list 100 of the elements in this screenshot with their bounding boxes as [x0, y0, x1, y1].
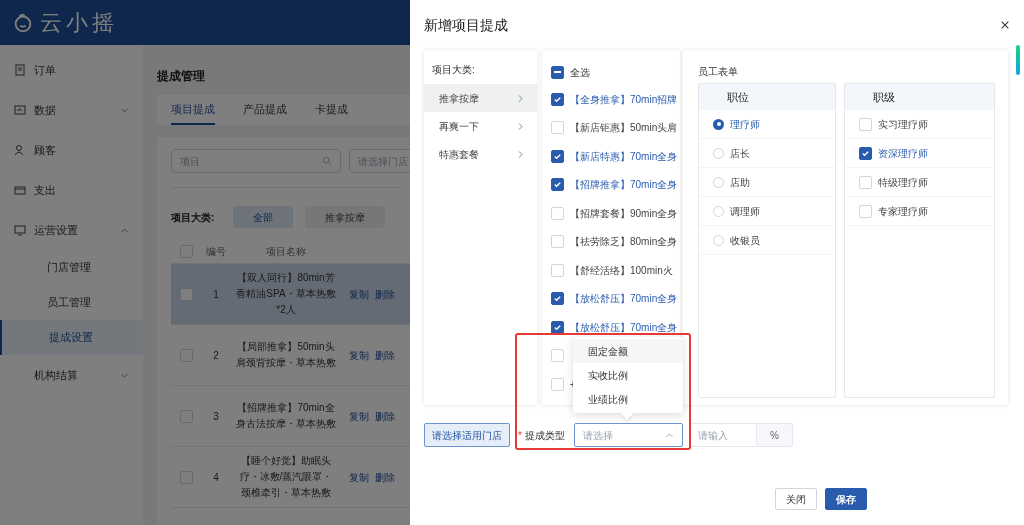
checkbox-label: 专家理疗师 — [878, 204, 928, 219]
dropdown-option[interactable]: 业绩比例 — [573, 387, 683, 411]
checkbox-label: 【放松舒压】70min全身 — [570, 320, 678, 335]
chevron-right-icon — [516, 149, 525, 159]
action-link[interactable]: 删除 — [375, 408, 395, 424]
radio-button[interactable] — [713, 118, 724, 130]
sidebar-item[interactable]: 支出 — [0, 170, 143, 210]
table-header: 职位 — [699, 84, 835, 110]
checkbox-label: 【新店钜惠】50min头肩 — [570, 121, 678, 136]
filter-button[interactable]: 全部 — [233, 206, 293, 228]
column-header: 编号 — [205, 245, 227, 259]
check-icon — [553, 294, 562, 304]
checkbox-label: 【新店特惠】70min全身 — [570, 149, 678, 164]
radio-label: 收银员 — [730, 233, 760, 248]
person-icon — [14, 144, 26, 156]
type-select[interactable]: 请选择 — [573, 423, 683, 447]
dialog-title: 新增项目提成 — [424, 15, 508, 35]
radio-button[interactable] — [713, 147, 724, 159]
chevron-right-icon — [516, 93, 525, 103]
sidebar-item[interactable]: 订单 — [0, 50, 143, 90]
radio-label: 店助 — [730, 175, 750, 190]
checkbox-label: 【招牌套餐】90min全身 — [570, 206, 678, 221]
table-cell-text: 【招牌推拿】70min全身古法按摩・草本热敷 — [235, 401, 337, 431]
checkbox-label: 资深理疗师 — [878, 146, 928, 161]
field-label: 提成类型 — [524, 428, 565, 443]
checkbox-label: 【放松舒压】70min全身 — [570, 292, 678, 307]
close-icon[interactable] — [1000, 20, 1010, 30]
check-icon — [553, 94, 562, 104]
sidebar-item[interactable]: 数据 — [0, 90, 143, 130]
required-mark: * — [518, 428, 522, 443]
tab[interactable]: 卡提成 — [315, 100, 348, 125]
monitor-icon — [14, 224, 26, 236]
checkbox[interactable] — [551, 178, 564, 192]
sidebar-subitem[interactable]: 提成设置 — [0, 320, 143, 355]
filter-label: 项目大类: — [171, 210, 216, 225]
action-link[interactable]: 复制 — [349, 408, 369, 424]
checkbox-label: 特级理疗师 — [878, 175, 928, 190]
table-cell-text: 【睡个好觉】助眠头疗・冰敷/蒸汽眼罩・颈椎牵引・草本热敷 — [238, 454, 334, 500]
search-icon — [322, 156, 332, 166]
sidebar-item[interactable]: 顾客 — [0, 130, 143, 170]
table-cell-text: 3 — [212, 409, 220, 424]
panel-heading: 员工表单 — [698, 65, 738, 79]
unit-label: % — [756, 423, 793, 447]
action-link[interactable]: 复制 — [349, 286, 369, 302]
radio-button[interactable] — [713, 234, 724, 246]
checkbox[interactable] — [551, 92, 564, 106]
radio-label: 理疗师 — [730, 117, 760, 132]
dropdown-option[interactable]: 固定金额 — [573, 339, 683, 363]
action-link[interactable]: 删除 — [375, 469, 395, 485]
table-header: 职级 — [845, 84, 994, 110]
radio-label: 调理师 — [730, 204, 760, 219]
scrollbar[interactable] — [1016, 45, 1020, 75]
sidebar-item[interactable]: 运营设置 — [0, 210, 143, 250]
logo-text: 云小摇 — [40, 9, 118, 37]
checkbox-label: 全选 — [570, 65, 590, 80]
check-icon — [861, 148, 870, 158]
checkbox[interactable] — [859, 146, 872, 160]
box-icon — [14, 184, 26, 196]
action-link[interactable]: 复制 — [349, 469, 369, 485]
table-cell-text: 1 — [212, 287, 220, 302]
checkbox[interactable] — [551, 65, 564, 79]
checkbox-label: 【招牌推拿】70min全身 — [570, 178, 678, 193]
save-button[interactable]: 保存 — [825, 488, 867, 510]
amount-input[interactable]: 请输入 — [688, 423, 757, 447]
monkey-logo-icon — [12, 11, 34, 34]
store-select-button[interactable]: 请选择适用门店 — [424, 423, 510, 447]
monitor-icon — [14, 104, 26, 116]
radio-button[interactable] — [713, 176, 724, 188]
category-item[interactable]: 再爽一下 — [424, 112, 537, 140]
radio-label: 店长 — [730, 146, 750, 161]
filter-button[interactable]: 推拿按摩 — [305, 206, 385, 228]
table-cell-text: 4 — [212, 470, 220, 485]
chevron-right-icon — [516, 121, 525, 131]
sidebar-subitem[interactable]: 员工管理 — [0, 285, 143, 320]
sidebar-item[interactable]: 机构结算 — [0, 355, 143, 395]
radio-button[interactable] — [713, 205, 724, 217]
tab[interactable]: 产品提成 — [243, 100, 287, 125]
page-title: 提成管理 — [157, 68, 205, 85]
action-link[interactable]: 复制 — [349, 347, 369, 363]
column-header: 项目名称 — [265, 245, 307, 259]
checkbox-label: 【祛劳除乏】80min全身 — [570, 235, 678, 250]
action-link[interactable]: 删除 — [375, 286, 395, 302]
dropdown-option[interactable]: 实收比例 — [573, 363, 683, 387]
checkbox-label: 【全身推拿】70min招牌 — [570, 92, 678, 107]
checkbox[interactable] — [551, 149, 564, 163]
checkbox-label: 实习理疗师 — [878, 117, 928, 132]
table-cell-text: 2 — [212, 348, 220, 363]
tab[interactable]: 项目提成 — [171, 100, 215, 125]
checkbox[interactable] — [551, 320, 564, 334]
action-link[interactable]: 删除 — [375, 347, 395, 363]
sidebar-subitem[interactable]: 门店管理 — [0, 250, 143, 285]
table-cell-text: 【双人同行】80min芳香精油SPA・草本热敷*2人 — [235, 271, 337, 317]
checkbox[interactable] — [551, 292, 564, 306]
close-button[interactable]: 关闭 — [775, 488, 817, 510]
document-icon — [14, 64, 26, 76]
table-cell-text: 【局部推拿】50min头肩颈背按摩・草本热敷 — [235, 340, 337, 370]
category-item[interactable]: 推拿按摩 — [424, 84, 537, 112]
check-icon — [553, 180, 562, 190]
check-icon — [553, 322, 562, 332]
check-icon — [553, 151, 562, 161]
